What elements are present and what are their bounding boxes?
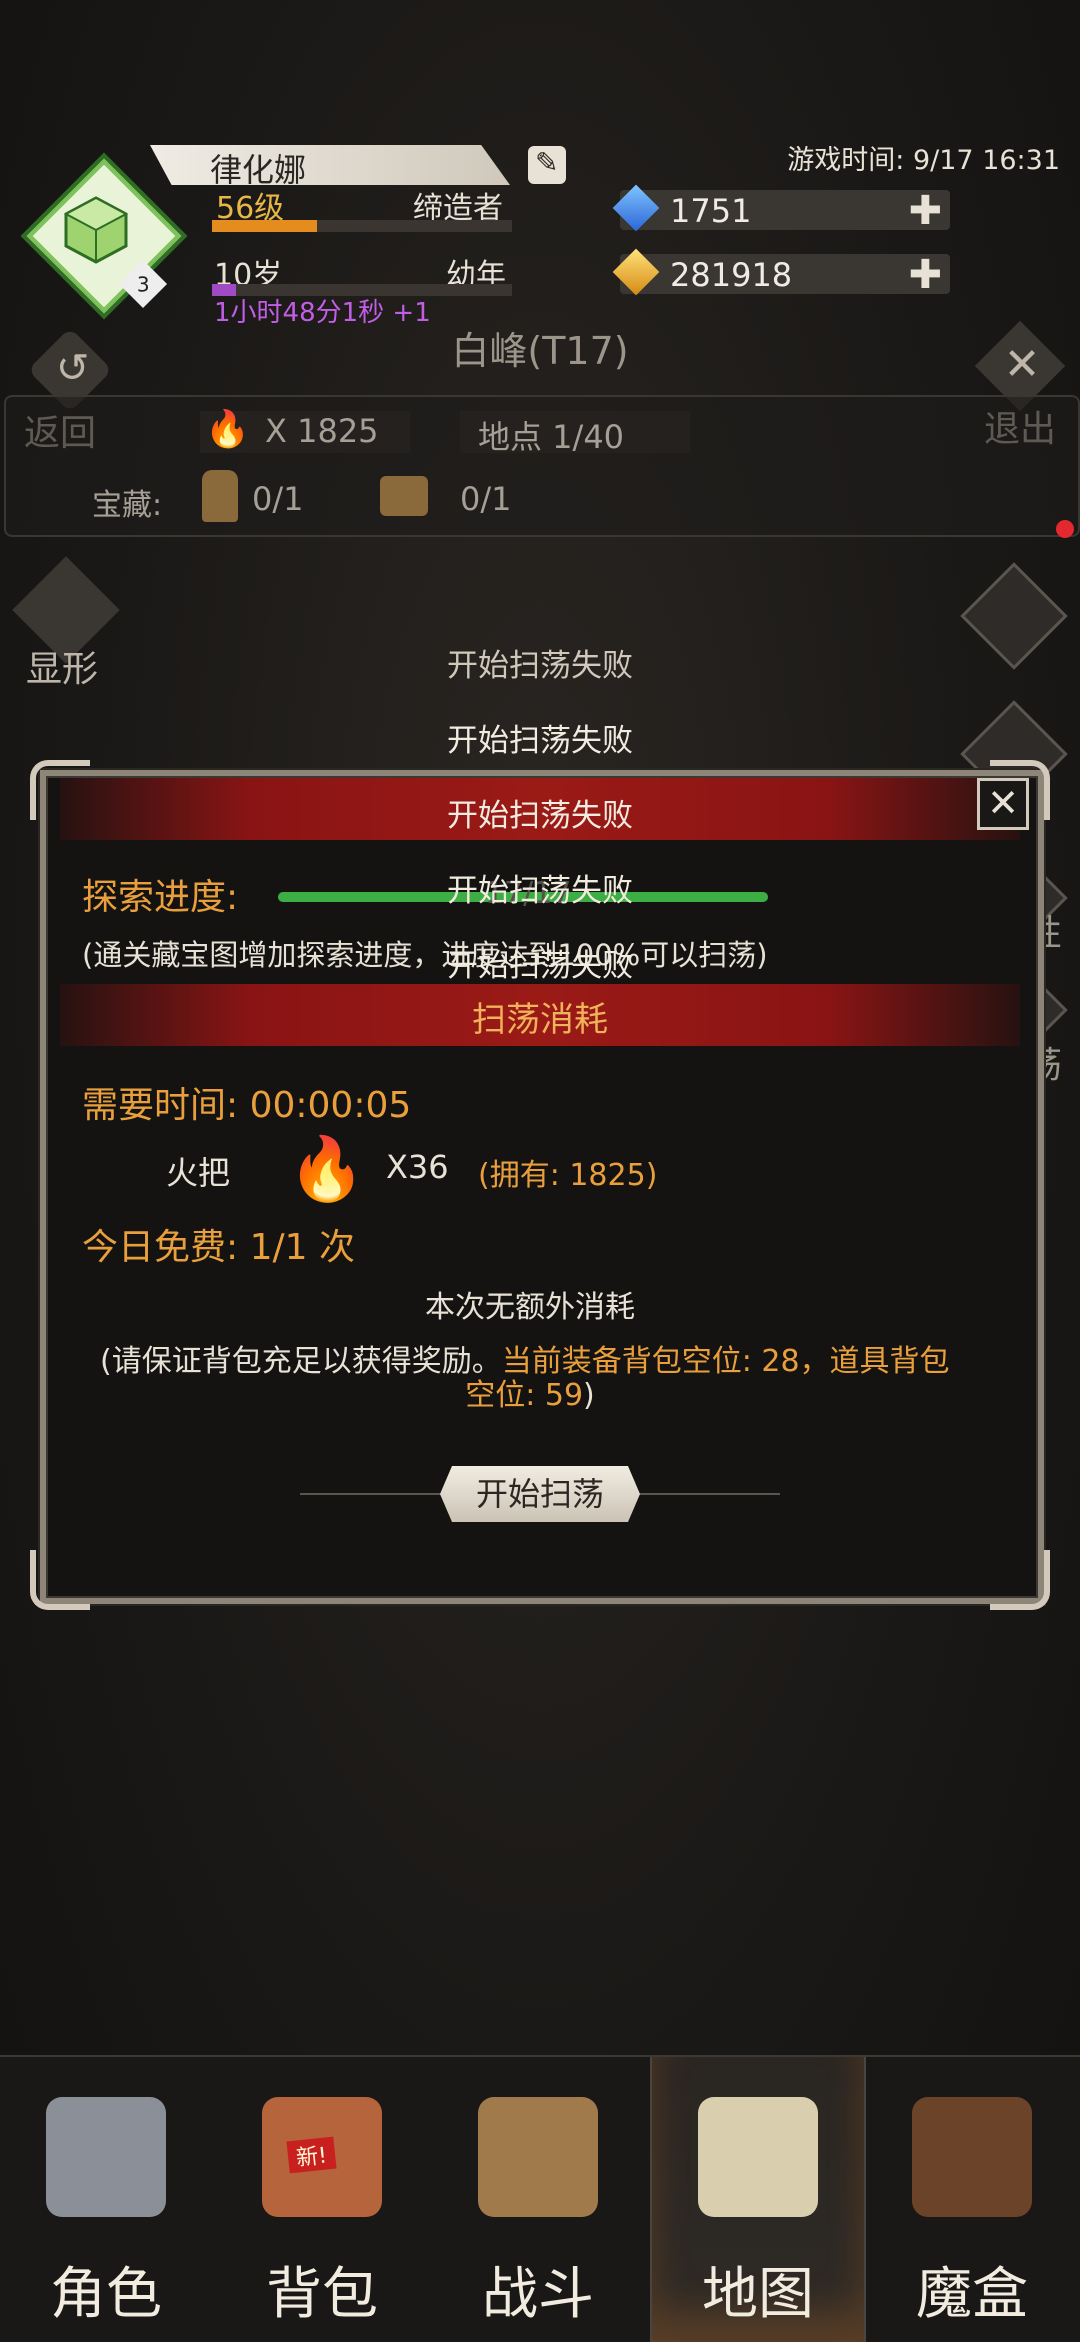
magic-cube-icon <box>912 2097 1032 2217</box>
toast-message: 开始扫荡失败 <box>447 648 633 684</box>
add-gold-button[interactable]: ✚ <box>908 252 942 298</box>
game-time: 游戏时间: 9/17 16:31 <box>787 145 1060 176</box>
dialog-corner-ornament <box>30 1550 90 1610</box>
bottom-nav: 角色 新! 背包 战斗 地图 魔盒 <box>0 2055 1080 2342</box>
required-time: 需要时间: 00:00:05 <box>82 1085 412 1126</box>
edit-icon[interactable] <box>528 146 566 184</box>
scroll-map-icon <box>698 2097 818 2217</box>
add-gems-button[interactable]: ✚ <box>908 188 942 234</box>
level-progress-bar <box>212 220 512 232</box>
bag-note-slots: 空位: 59 <box>465 1378 584 1413</box>
name-plate <box>150 145 510 185</box>
notification-dot <box>1056 520 1074 538</box>
torch-count: X 1825 <box>265 412 379 450</box>
dialog-corner-ornament <box>990 1550 1050 1610</box>
bag-note-line2: 空位: 59) <box>0 1370 1060 1414</box>
bag-note-close: ) <box>583 1378 595 1413</box>
toast-message: 开始扫荡失败 <box>447 873 633 909</box>
treasure-label: 宝藏: <box>92 488 163 523</box>
daily-free-count: 今日免费: 1/1 次 <box>82 1227 355 1268</box>
map-title: 白峰(T17) <box>451 329 629 373</box>
nav-label: 战斗 <box>482 2262 594 2327</box>
helmet-icon <box>46 2097 166 2217</box>
nav-tab-battle[interactable]: 战斗 <box>432 2057 644 2342</box>
sweep-cost-title: 扫荡消耗 <box>472 1000 608 1040</box>
treasure-chest-icon <box>380 476 428 516</box>
nav-label: 背包 <box>266 2262 378 2327</box>
toast-message: 开始扫荡失败 <box>447 723 633 759</box>
torch-cost: X36 <box>386 1148 449 1186</box>
torch-icon: 🔥 <box>205 409 250 450</box>
torch-owned: (拥有: 1825) <box>478 1158 658 1193</box>
nav-label: 角色 <box>50 2262 162 2327</box>
gold-gem-icon <box>612 248 660 296</box>
gem-currency: 1751 ✚ <box>612 184 950 234</box>
nav-label: 魔盒 <box>916 2262 1028 2327</box>
torch-item-name: 火把 <box>166 1154 231 1192</box>
cube-emblem-icon <box>63 196 129 264</box>
nav-tab-backpack[interactable]: 新! 背包 <box>216 2057 428 2342</box>
start-sweep-button[interactable]: 开始扫荡 <box>440 1466 640 1522</box>
new-badge: 新! <box>286 2136 337 2174</box>
no-extra-cost-note: 本次无额外消耗 <box>425 1290 635 1325</box>
nav-label: 地图 <box>702 2262 814 2327</box>
relic-count: 0/1 <box>252 480 304 518</box>
relic-icon <box>202 470 238 522</box>
toast-message: 开始扫荡失败 <box>447 798 633 834</box>
nav-tab-magic-box[interactable]: 魔盒 <box>866 2057 1078 2342</box>
gem-count: 1751 <box>670 192 752 230</box>
location-count: 地点 1/40 <box>478 418 625 456</box>
toast-message: 开始扫荡失败 <box>447 948 633 984</box>
torch-icon: 🔥 <box>288 1132 366 1205</box>
gold-currency: 281918 ✚ <box>612 248 950 298</box>
blue-gem-icon <box>612 184 660 232</box>
nav-tab-map[interactable]: 地图 <box>650 2057 866 2342</box>
sword-shield-icon <box>478 2097 598 2217</box>
chest-count: 0/1 <box>460 480 512 518</box>
nav-tab-character[interactable]: 角色 <box>0 2057 212 2342</box>
gold-count: 281918 <box>670 256 793 294</box>
